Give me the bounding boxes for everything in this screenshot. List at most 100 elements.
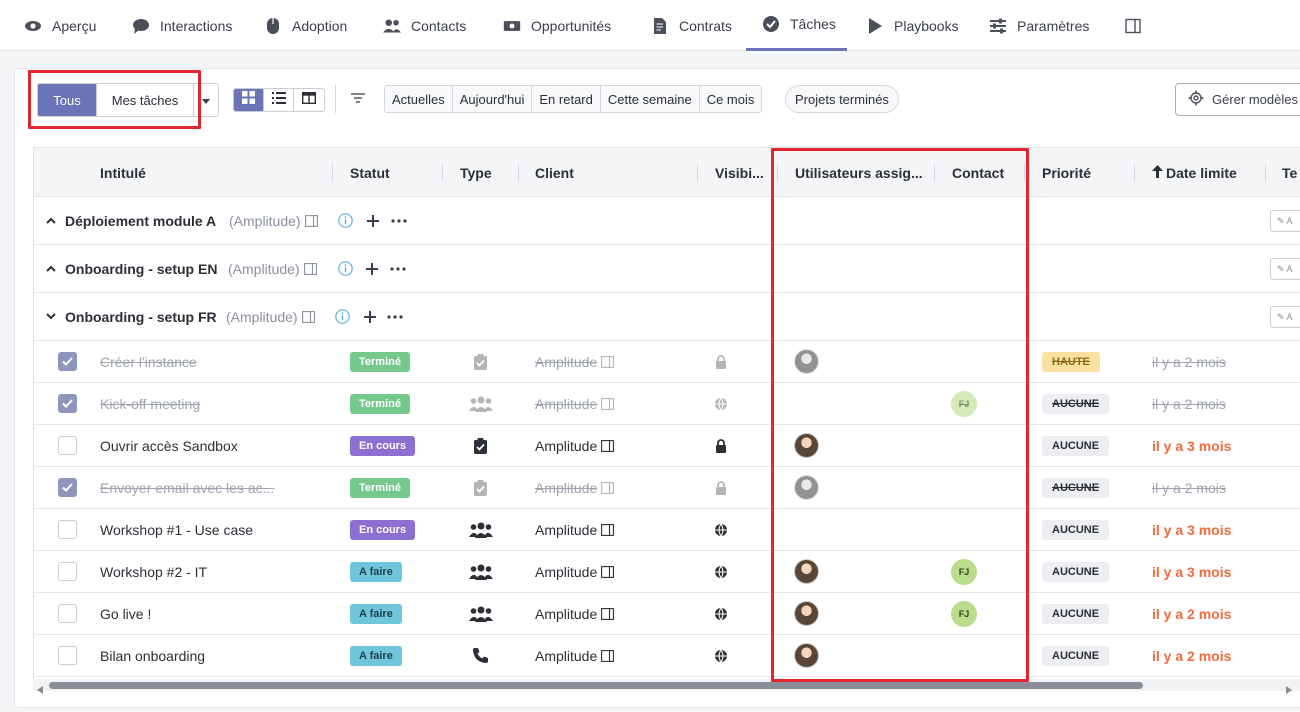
- task-title[interactable]: Workshop #2 - IT: [100, 551, 207, 592]
- chevron-up-icon[interactable]: [46, 197, 56, 244]
- task-client[interactable]: Amplitude: [535, 341, 597, 382]
- tab-interactions[interactable]: Interactions: [132, 0, 232, 51]
- grid-view-button[interactable]: [234, 89, 264, 111]
- task-checkbox[interactable]: [58, 562, 77, 581]
- group-row[interactable]: Onboarding - setup FR (Amplitude) ✎ A: [34, 293, 1300, 341]
- chip-ce-mois[interactable]: Ce mois: [699, 86, 762, 112]
- horizontal-scrollbar[interactable]: [33, 679, 1300, 694]
- add-icon[interactable]: [364, 293, 376, 340]
- tab-apercu[interactable]: Aperçu: [24, 0, 96, 51]
- task-client[interactable]: Amplitude: [535, 509, 597, 550]
- col-priority-header[interactable]: Priorité: [1042, 148, 1091, 197]
- priority-badge[interactable]: AUCUNE: [1042, 393, 1110, 414]
- task-title[interactable]: Créer l'instance: [100, 341, 197, 382]
- assignee-avatar[interactable]: [794, 349, 819, 374]
- task-checkbox[interactable]: [58, 394, 77, 413]
- col-contact-header[interactable]: Contact: [952, 148, 1004, 197]
- col-type-header[interactable]: Type: [460, 148, 492, 197]
- panel-toggle-button[interactable]: [1124, 0, 1142, 51]
- add-icon[interactable]: [366, 245, 378, 292]
- tab-contacts[interactable]: Contacts: [383, 0, 466, 51]
- col-visibility-header[interactable]: Visibi...: [715, 148, 764, 197]
- open-panel-icon[interactable]: [601, 635, 614, 676]
- open-panel-icon[interactable]: [302, 293, 315, 340]
- due-date[interactable]: il y a 2 mois: [1152, 593, 1231, 634]
- priority-badge[interactable]: AUCUNE: [1042, 645, 1110, 666]
- task-row[interactable]: Workshop #2 - IT A faire Amplitude FJ AU…: [34, 551, 1300, 593]
- owner-dropdown-button[interactable]: [194, 84, 218, 116]
- task-title[interactable]: Ouvrir accès Sandbox: [100, 425, 238, 466]
- due-date[interactable]: il y a 2 mois: [1152, 341, 1226, 382]
- col-status-header[interactable]: Statut: [350, 148, 390, 197]
- chip-en-retard[interactable]: En retard: [532, 86, 601, 112]
- columns-view-button[interactable]: [294, 89, 324, 111]
- group-title[interactable]: Onboarding - setup FR: [65, 293, 217, 340]
- filter-sort-button[interactable]: [351, 91, 365, 109]
- info-icon[interactable]: [338, 245, 353, 292]
- assignee-avatar[interactable]: [794, 433, 819, 458]
- assignee-avatar[interactable]: [794, 643, 819, 668]
- chip-actuelles[interactable]: Actuelles: [385, 86, 453, 112]
- tab-playbooks[interactable]: Playbooks: [866, 0, 959, 51]
- contact-avatar[interactable]: FJ: [951, 558, 977, 585]
- task-client[interactable]: Amplitude: [535, 425, 597, 466]
- priority-badge[interactable]: AUCUNE: [1042, 561, 1110, 582]
- open-panel-icon[interactable]: [601, 509, 614, 550]
- more-options-icon[interactable]: [387, 293, 403, 340]
- status-badge[interactable]: En cours: [350, 435, 416, 456]
- task-title[interactable]: Workshop #1 - Use case: [100, 509, 253, 550]
- priority-badge[interactable]: AUCUNE: [1042, 603, 1110, 624]
- task-client[interactable]: Amplitude: [535, 383, 597, 424]
- task-row[interactable]: Kick-off meeting Terminé Amplitude FJ AU…: [34, 383, 1300, 425]
- open-panel-icon[interactable]: [305, 197, 318, 244]
- task-checkbox[interactable]: [58, 520, 77, 539]
- open-panel-icon[interactable]: [601, 467, 614, 508]
- filter-all-button[interactable]: Tous: [38, 84, 97, 116]
- task-client[interactable]: Amplitude: [535, 635, 597, 676]
- edit-group-button[interactable]: ✎ A: [1270, 210, 1300, 232]
- assignee-avatar[interactable]: [794, 559, 819, 584]
- group-row[interactable]: Onboarding - setup EN (Amplitude) ✎ A: [34, 245, 1300, 293]
- chip-aujourdhui[interactable]: Aujourd'hui: [452, 86, 533, 112]
- task-client[interactable]: Amplitude: [535, 551, 597, 592]
- task-checkbox[interactable]: [58, 352, 77, 371]
- col-client-header[interactable]: Client: [535, 148, 574, 197]
- manage-models-button[interactable]: Gérer modèles: [1175, 83, 1300, 116]
- contact-avatar[interactable]: FJ: [951, 600, 977, 627]
- task-checkbox[interactable]: [58, 478, 77, 497]
- status-badge[interactable]: A faire: [350, 645, 402, 666]
- tab-adoption[interactable]: Adoption: [264, 0, 347, 51]
- task-row[interactable]: Envoyer email avec les ac... Terminé Amp…: [34, 467, 1300, 509]
- more-options-icon[interactable]: [390, 245, 406, 292]
- more-options-icon[interactable]: [391, 197, 407, 244]
- info-icon[interactable]: [335, 293, 350, 340]
- filter-mine-button[interactable]: Mes tâches: [97, 84, 194, 116]
- priority-badge[interactable]: HAUTE: [1042, 351, 1100, 372]
- priority-badge[interactable]: AUCUNE: [1042, 477, 1110, 498]
- scroll-right-arrow-icon[interactable]: [1286, 681, 1292, 699]
- task-client[interactable]: Amplitude: [535, 467, 597, 508]
- chip-cette-semaine[interactable]: Cette semaine: [600, 86, 700, 112]
- task-checkbox[interactable]: [58, 436, 77, 455]
- edit-group-button[interactable]: ✎ A: [1270, 258, 1300, 280]
- due-date[interactable]: il y a 3 mois: [1152, 509, 1231, 550]
- assignee-avatar[interactable]: [794, 601, 819, 626]
- priority-badge[interactable]: AUCUNE: [1042, 519, 1110, 540]
- open-panel-icon[interactable]: [601, 383, 614, 424]
- task-row[interactable]: Créer l'instance Terminé Amplitude HAUTE…: [34, 341, 1300, 383]
- chevron-down-icon[interactable]: [46, 293, 56, 340]
- group-title[interactable]: Onboarding - setup EN: [65, 245, 217, 292]
- open-panel-icon[interactable]: [601, 593, 614, 634]
- task-title[interactable]: Envoyer email avec les ac...: [100, 467, 274, 508]
- due-date[interactable]: il y a 2 mois: [1152, 635, 1231, 676]
- scrollbar-thumb[interactable]: [49, 682, 1143, 689]
- col-title-header[interactable]: Intitulé: [100, 148, 146, 197]
- status-badge[interactable]: Terminé: [350, 477, 410, 498]
- status-badge[interactable]: A faire: [350, 603, 402, 624]
- due-date[interactable]: il y a 2 mois: [1152, 467, 1226, 508]
- chevron-up-icon[interactable]: [46, 245, 56, 292]
- task-client[interactable]: Amplitude: [535, 593, 597, 634]
- scroll-left-arrow-icon[interactable]: [37, 681, 43, 699]
- edit-group-button[interactable]: ✎ A: [1270, 306, 1300, 328]
- open-panel-icon[interactable]: [601, 341, 614, 382]
